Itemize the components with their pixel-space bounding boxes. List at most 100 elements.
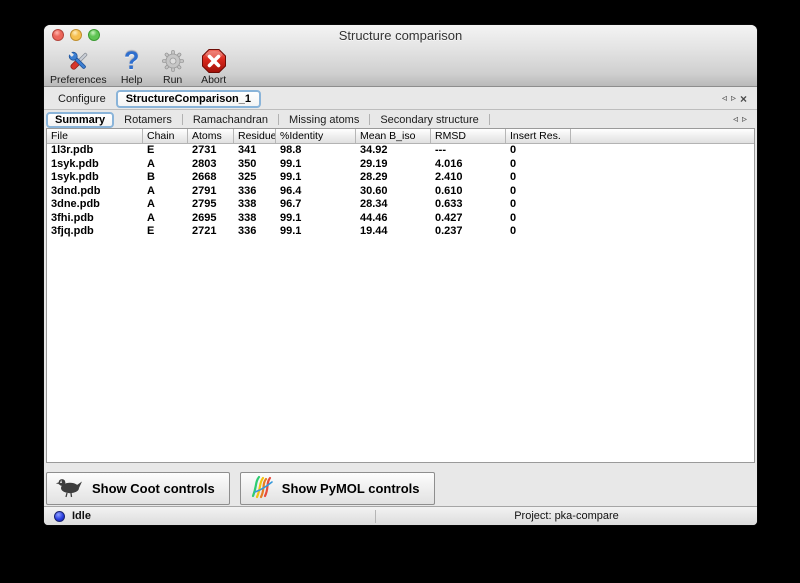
section-next-icon[interactable]: ▹ [742,115,747,125]
header-identity[interactable]: %Identity [276,129,356,143]
structure-comparison-window: Structure comparison [44,25,757,525]
table-row[interactable]: 3dnd.pdb A 2791 336 96.4 30.60 0.610 0 [47,185,754,199]
coot-bird-icon [55,476,85,501]
header-filler [571,129,754,143]
header-rmsd[interactable]: RMSD [431,129,506,143]
header-insert-res[interactable]: Insert Res. [506,129,571,143]
cell-identity: 96.4 [276,185,356,199]
cell-insert-res: 0 [506,171,571,185]
tab-close-icon[interactable]: × [740,94,747,104]
cell-chain: A [143,212,188,226]
cell-file: 3fjq.pdb [47,225,143,239]
abort-button[interactable]: Abort [198,46,230,86]
cell-rmsd: 2.410 [431,171,506,185]
cell-file: 3dnd.pdb [47,185,143,199]
table-row[interactable]: 3fhi.pdb A 2695 338 99.1 44.46 0.427 0 [47,212,754,226]
header-chain[interactable]: Chain [143,129,188,143]
run-button[interactable]: Run [157,46,189,86]
cell-residues: 338 [234,212,276,226]
cell-rmsd: 4.016 [431,158,506,172]
tools-icon [65,47,92,75]
cell-residues: 336 [234,225,276,239]
header-file[interactable]: File [47,129,143,143]
window-title: Structure comparison [44,28,757,43]
tab-next-icon[interactable]: ▹ [731,94,736,104]
table-row[interactable]: 1syk.pdb B 2668 325 99.1 28.29 2.410 0 [47,171,754,185]
tab-summary[interactable]: Summary [46,112,114,128]
cell-chain: A [143,198,188,212]
tab-separator [489,114,490,125]
cell-identity: 99.1 [276,171,356,185]
cell-identity: 99.1 [276,158,356,172]
cell-mean-b-iso: 28.29 [356,171,431,185]
cell-insert-res: 0 [506,198,571,212]
gear-icon [161,47,185,75]
cell-mean-b-iso: 34.92 [356,144,431,158]
cell-residues: 325 [234,171,276,185]
table-row[interactable]: 1l3r.pdb E 2731 341 98.8 34.92 --- 0 [47,144,754,158]
tab-ramachandran[interactable]: Ramachandran [183,114,278,126]
cell-file: 1syk.pdb [47,171,143,185]
show-pymol-controls-label: Show PyMOL controls [282,481,420,496]
cell-rmsd: 0.427 [431,212,506,226]
cell-chain: A [143,185,188,199]
cell-mean-b-iso: 19.44 [356,225,431,239]
cell-chain: B [143,171,188,185]
tab-secondary-structure[interactable]: Secondary structure [370,114,488,126]
cell-rmsd: 0.610 [431,185,506,199]
cell-atoms: 2731 [188,144,234,158]
cell-mean-b-iso: 44.46 [356,212,431,226]
window-chrome: Structure comparison [44,25,757,87]
cell-residues: 336 [234,185,276,199]
show-pymol-controls-button[interactable]: Show PyMOL controls [240,472,435,505]
tab-missing-atoms[interactable]: Missing atoms [279,114,369,126]
summary-table: File Chain Atoms Residues %Identity Mean… [46,128,755,463]
run-label: Run [163,75,182,86]
show-coot-controls-button[interactable]: Show Coot controls [46,472,230,505]
cell-rmsd: 0.237 [431,225,506,239]
cell-rmsd: 0.633 [431,198,506,212]
cell-atoms: 2695 [188,212,234,226]
show-coot-controls-label: Show Coot controls [92,481,215,496]
cell-rmsd: --- [431,144,506,158]
cell-atoms: 2721 [188,225,234,239]
table-row[interactable]: 1syk.pdb A 2803 350 99.1 29.19 4.016 0 [47,158,754,172]
tab-rotamers[interactable]: Rotamers [114,114,182,126]
tab-configure[interactable]: Configure [48,93,116,105]
cell-insert-res: 0 [506,144,571,158]
table-row[interactable]: 3dne.pdb A 2795 338 96.7 28.34 0.633 0 [47,198,754,212]
abort-icon [201,47,227,75]
cell-file: 3fhi.pdb [47,212,143,226]
header-atoms[interactable]: Atoms [188,129,234,143]
table-header: File Chain Atoms Residues %Identity Mean… [47,129,754,144]
toolbar: Preferences ? Help [50,46,230,86]
help-button[interactable]: ? Help [116,46,148,86]
section-prev-icon[interactable]: ◃ [733,115,738,125]
header-residues[interactable]: Residues [234,129,276,143]
cell-chain: A [143,158,188,172]
cell-chain: E [143,225,188,239]
tab-prev-icon[interactable]: ◃ [722,94,727,104]
cell-identity: 99.1 [276,212,356,226]
cell-residues: 350 [234,158,276,172]
section-tab-bar: Summary Rotamers Ramachandran Missing at… [44,111,757,128]
pymol-icon [249,474,275,503]
project-label: Project: pka-compare [376,510,757,522]
cell-identity: 96.7 [276,198,356,212]
abort-label: Abort [201,75,226,86]
header-mean-b-iso[interactable]: Mean B_iso [356,129,431,143]
tab-structurecomparison-1[interactable]: StructureComparison_1 [116,90,261,108]
cell-file: 1syk.pdb [47,158,143,172]
table-row[interactable]: 3fjq.pdb E 2721 336 99.1 19.44 0.237 0 [47,225,754,239]
title-bar[interactable]: Structure comparison [44,25,757,45]
cell-residues: 338 [234,198,276,212]
cell-insert-res: 0 [506,158,571,172]
preferences-button[interactable]: Preferences [50,46,107,86]
cell-insert-res: 0 [506,212,571,226]
help-label: Help [121,75,143,86]
cell-mean-b-iso: 30.60 [356,185,431,199]
cell-file: 3dne.pdb [47,198,143,212]
cell-identity: 99.1 [276,225,356,239]
document-tab-bar: Configure StructureComparison_1 ◃ ▹ × [44,88,757,110]
cell-mean-b-iso: 29.19 [356,158,431,172]
